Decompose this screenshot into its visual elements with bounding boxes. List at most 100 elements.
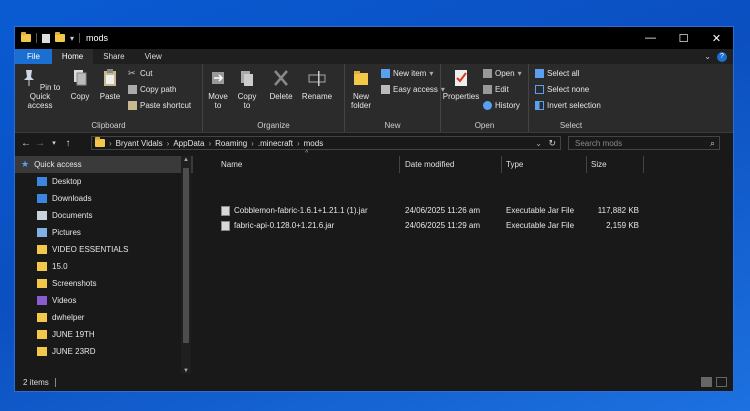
quick-access-toolbar-dropdown-icon[interactable]: ▾ [70, 34, 74, 43]
forward-arrow-icon[interactable]: → [33, 138, 47, 149]
sidebar-item-label: Screenshots [52, 279, 97, 288]
sidebar-item[interactable]: 15.0📌 [15, 258, 193, 275]
delete-button[interactable]: Delete [267, 68, 295, 101]
column-header-date[interactable]: Date modified [405, 155, 454, 173]
sidebar-item[interactable]: VIDEO ESSENTIALS📌 [15, 241, 193, 258]
cut-button[interactable]: ✂ Cut [128, 69, 152, 79]
new-folder-icon[interactable] [55, 32, 65, 42]
column-divider[interactable] [643, 156, 644, 173]
up-arrow-icon[interactable]: ↑ [61, 138, 75, 149]
sidebar-item[interactable]: Documents📌 [15, 207, 193, 224]
sidebar-item-quick-access[interactable]: ★ Quick access [15, 156, 193, 173]
column-header-type[interactable]: Type [506, 155, 523, 173]
close-button[interactable]: ✕ [700, 27, 733, 49]
move-to-button[interactable]: Move to [205, 68, 231, 110]
back-arrow-icon[interactable]: ← [19, 138, 33, 149]
new-item-button[interactable]: New item ▾ [381, 69, 433, 78]
properties-button[interactable]: Properties [441, 68, 481, 101]
help-icon[interactable]: ? [717, 51, 727, 62]
sidebar-item-label: VIDEO ESSENTIALS [52, 245, 129, 254]
breadcrumb-item[interactable]: Bryant Vidals [116, 139, 163, 148]
rename-button[interactable]: Rename [299, 68, 335, 101]
tab-view[interactable]: View [135, 49, 172, 64]
tab-file[interactable]: File [15, 49, 52, 64]
table-row-cell[interactable]: Cobblemon-fabric-1.6.1+1.21.1 (1).jar [221, 203, 368, 218]
breadcrumb-item[interactable]: Roaming [215, 139, 247, 148]
invert-selection-button[interactable]: Invert selection [535, 101, 601, 110]
chevron-right-icon[interactable]: › [297, 139, 300, 148]
paste-shortcut-button[interactable]: Paste shortcut [128, 101, 191, 110]
sidebar-item-label: dwhelper [52, 313, 85, 322]
invert-selection-label: Invert selection [547, 101, 601, 110]
recent-locations-icon[interactable]: ▾ [47, 139, 61, 147]
scroll-up-icon[interactable]: ▲ [183, 157, 189, 163]
select-none-button[interactable]: Select none [535, 85, 589, 94]
easy-access-button[interactable]: Easy access ▾ [381, 85, 445, 94]
pin-to-quick-access-button[interactable]: Pin to Quick access [17, 68, 63, 110]
file-size: 2,159 KB [606, 221, 639, 230]
sidebar-item[interactable]: Desktop📌 [15, 173, 193, 190]
column-divider[interactable] [586, 156, 587, 173]
edit-button[interactable]: Edit [483, 85, 509, 94]
select-group-label: Select [559, 121, 583, 130]
large-icons-view-icon[interactable] [716, 377, 727, 387]
table-row-cell[interactable]: 24/06/2025 11:29 am [405, 218, 480, 233]
paste-label: Paste [99, 92, 121, 101]
copy-to-icon [241, 71, 253, 86]
breadcrumb-item[interactable]: .minecraft [258, 139, 293, 148]
chevron-right-icon[interactable]: › [208, 139, 211, 148]
tab-home[interactable]: Home [51, 49, 94, 64]
ribbon: Pin to Quick access Copy Paste ✂ Cut Cop… [15, 64, 733, 133]
column-header-size[interactable]: Size [591, 155, 607, 173]
table-row-cell[interactable]: 24/06/2025 11:26 am [405, 203, 480, 218]
copy-path-button[interactable]: Copy path [128, 85, 176, 94]
address-dropdown-icon[interactable]: ⌄ [535, 139, 542, 148]
column-divider[interactable] [501, 156, 502, 173]
tab-share[interactable]: Share [93, 49, 134, 64]
breadcrumb-item[interactable]: mods [304, 139, 324, 148]
folder-icon [37, 245, 47, 254]
select-all-button[interactable]: Select all [535, 69, 579, 78]
sidebar-item[interactable]: Pictures📌 [15, 224, 193, 241]
copy-to-button[interactable]: Copy to [234, 68, 260, 110]
sidebar-item[interactable]: JUNE 19TH [15, 326, 193, 343]
table-row-cell[interactable]: fabric-api-0.128.0+1.21.6.jar [221, 218, 334, 233]
nav-scrollbar[interactable]: ▲ ▼ [181, 156, 191, 375]
chevron-right-icon[interactable]: › [167, 139, 170, 148]
address-bar[interactable]: › Bryant Vidals › AppData › Roaming › .m… [91, 136, 561, 150]
refresh-icon[interactable]: ↻ [548, 138, 556, 149]
breadcrumb-item[interactable]: AppData [173, 139, 204, 148]
table-row-cell[interactable]: 117,882 KB [591, 203, 639, 218]
maximize-button[interactable]: ☐ [667, 27, 700, 49]
sidebar-item[interactable]: Videos📌 [15, 292, 193, 309]
select-none-label: Select none [547, 85, 590, 94]
scrollbar-thumb[interactable] [183, 168, 189, 343]
chevron-right-icon[interactable]: › [109, 139, 112, 148]
table-row-cell[interactable]: Executable Jar File [506, 218, 574, 233]
search-input[interactable]: Search mods ⌕ [568, 136, 720, 150]
column-header-name[interactable]: Name [221, 155, 242, 173]
sidebar-item[interactable]: dwhelper [15, 309, 193, 326]
expand-ribbon-icon[interactable]: ⌄ [704, 52, 711, 61]
open-button[interactable]: Open ▾ [483, 69, 522, 78]
column-divider[interactable] [399, 156, 400, 173]
properties-icon[interactable] [42, 33, 50, 43]
chevron-right-icon[interactable]: › [251, 139, 254, 148]
table-row-cell[interactable]: 2,159 KB [591, 218, 639, 233]
sidebar-item[interactable]: Screenshots📌 [15, 275, 193, 292]
invert-selection-icon [535, 101, 544, 110]
history-button[interactable]: History [483, 101, 520, 110]
paste-button[interactable]: Paste [97, 68, 123, 101]
new-folder-button[interactable]: New folder [347, 68, 375, 110]
sidebar-item-label: JUNE 19TH [52, 330, 95, 339]
edit-label: Edit [495, 85, 509, 94]
move-to-icon [212, 72, 224, 84]
divider [79, 33, 81, 43]
minimize-button[interactable]: — [634, 27, 667, 49]
details-view-icon[interactable] [701, 377, 712, 387]
sidebar-item[interactable]: JUNE 23RD [15, 343, 193, 360]
new-group-label: New [384, 121, 401, 130]
table-row-cell[interactable]: Executable Jar File [506, 203, 574, 218]
copy-button[interactable]: Copy [67, 68, 93, 101]
sidebar-item[interactable]: Downloads📌 [15, 190, 193, 207]
